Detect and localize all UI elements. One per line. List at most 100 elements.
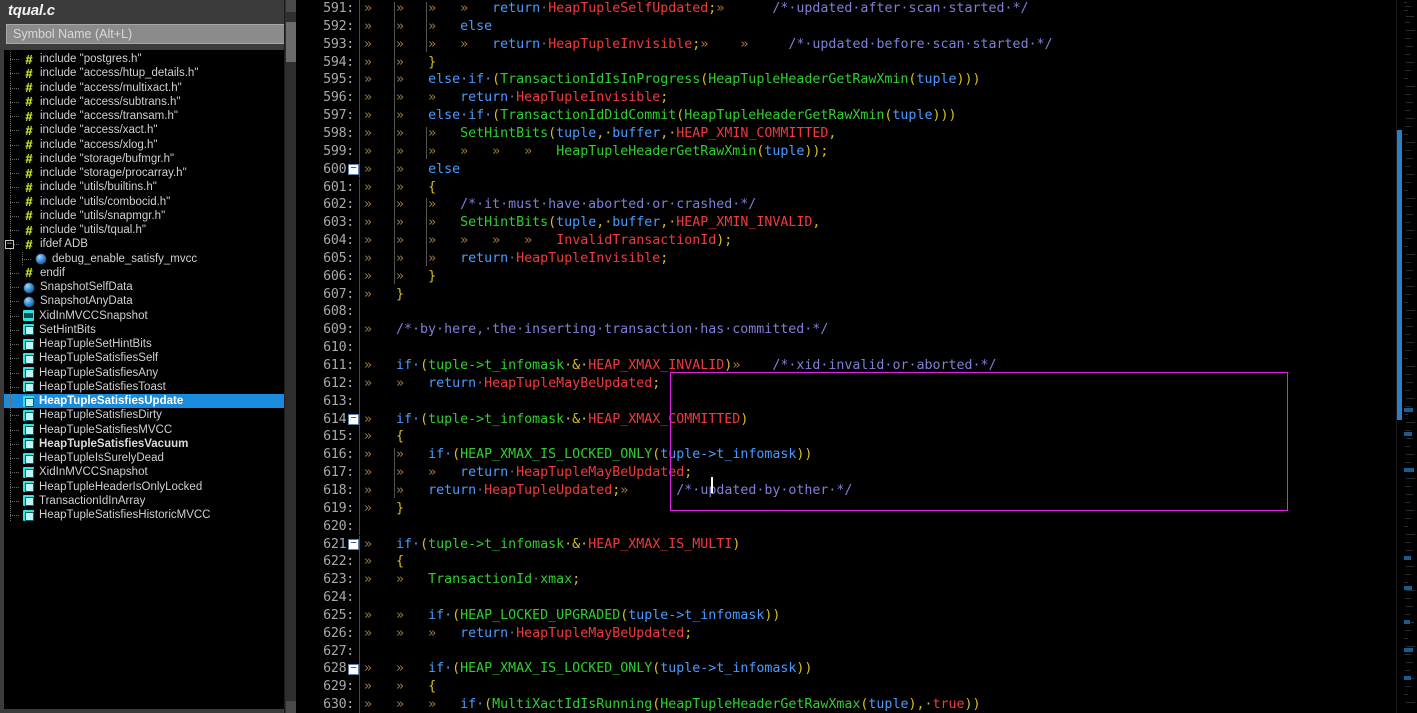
sidebar-editor-divider[interactable]: [296, 0, 305, 713]
symbol-tree-item[interactable]: # include "utils/snapmgr.h": [4, 208, 284, 223]
symbol-tree-item[interactable]: HeapTupleSatisfiesDirty: [4, 408, 284, 423]
symbol-tree-item[interactable]: SnapshotAnyData: [4, 294, 284, 309]
code-line[interactable]: 607:» }: [296, 285, 1417, 304]
code-line[interactable]: 626:» » » return·HeapTupleMayBeUpdated;: [296, 624, 1417, 643]
symbol-tree-item[interactable]: # include "storage/procarray.h": [4, 166, 284, 181]
code-text: » » else·if·(TransactionIdIsInProgress(H…: [364, 71, 981, 89]
symbol-tree-item[interactable]: HeapTupleHeaderIsOnlyLocked: [4, 479, 284, 494]
code-line[interactable]: 608:: [296, 303, 1417, 322]
code-line[interactable]: 617:» » » return·HeapTupleMayBeUpdated;: [296, 464, 1417, 482]
code-line[interactable]: 597:» » else·if·(TransactionIdDidCommit(…: [296, 107, 1417, 125]
gutter-separator: [359, 214, 360, 233]
symbol-tree-item[interactable]: # include "access/htup_details.h": [4, 66, 284, 81]
code-line[interactable]: 616:» » if·(HEAP_XMAX_IS_LOCKED_ONLY(tup…: [296, 446, 1417, 465]
symbol-tree-item[interactable]: # include "access/transam.h": [4, 109, 284, 124]
tab-marker-icon: »: [364, 572, 397, 588]
editor-minimap-scrollbar[interactable]: [1396, 0, 1417, 713]
code-line[interactable]: 612:» » return·HeapTupleMayBeUpdated;: [296, 374, 1417, 393]
symbol-tree-item[interactable]: # include "access/multixact.h": [4, 80, 284, 95]
code-token: (: [548, 215, 557, 231]
symbol-tree-item-label: include "access/xact.h": [40, 124, 158, 137]
symbol-tree-item[interactable]: # include "utils/combocid.h": [4, 194, 284, 209]
symbol-tree-item[interactable]: debug_enable_satisfy_mvcc: [4, 251, 284, 266]
code-line[interactable]: 609:» /*·by·here,·the·inserting·transact…: [296, 321, 1417, 340]
code-line[interactable]: 618:» » return·HeapTupleUpdated;» /*·upd…: [296, 481, 1417, 500]
code-line[interactable]: 621: −» if·(tuple->t_infomask·&·HEAP_XMAX…: [296, 535, 1417, 554]
code-line[interactable]: 628: −» » if·(HEAP_XMAX_IS_LOCKED_ONLY(tu…: [296, 660, 1417, 679]
sidebar-scroll-down-button[interactable]: [286, 701, 296, 713]
symbol-tree-item[interactable]: SetHintBits: [4, 322, 284, 337]
symbol-tree-item[interactable]: HeapTupleSatisfiesVacuum: [4, 436, 284, 451]
symbol-tree-item[interactable]: − # ifdef ADB: [4, 237, 284, 252]
symbol-tree-item[interactable]: XidInMVCCSnapshot: [4, 308, 284, 323]
code-line[interactable]: 619:» }: [296, 499, 1417, 518]
code-line[interactable]: 630:» » » if·(MultiXactIdIsRunning(HeapT…: [296, 696, 1417, 713]
code-line[interactable]: 614: −» if·(tuple->t_infomask·&·HEAP_XMAX…: [296, 410, 1417, 429]
symbol-tree[interactable]: # include "postgres.h" # include "access/ht…: [4, 50, 284, 709]
symbol-tree-item[interactable]: # endif: [4, 265, 284, 280]
symbol-search-input[interactable]: Symbol Name (Alt+L): [6, 24, 290, 44]
code-line[interactable]: 598:» » » SetHintBits(tuple,·buffer,·HEA…: [296, 124, 1417, 143]
symbol-tree-item[interactable]: # include "storage/bufmgr.h": [4, 151, 284, 166]
code-fold-toggle-icon[interactable]: −: [348, 539, 359, 550]
symbol-tree-item[interactable]: # include "access/xact.h": [4, 123, 284, 138]
code-line[interactable]: 627:: [296, 642, 1417, 661]
symbol-tree-item[interactable]: HeapTupleSatisfiesAny: [4, 365, 284, 380]
code-line[interactable]: 594:» » }: [296, 53, 1417, 72]
code-line[interactable]: 624:: [296, 589, 1417, 607]
symbol-tree-item[interactable]: # include "utils/tqual.h": [4, 223, 284, 238]
minimap-scrollbar-thumb[interactable]: [1397, 130, 1402, 420]
symbol-tree-item[interactable]: # include "utils/builtins.h": [4, 180, 284, 195]
tree-guide-lines: [4, 280, 22, 295]
code-line[interactable]: 605:» » » return·HeapTupleInvisible;: [296, 249, 1417, 268]
code-line[interactable]: 596:» » » return·HeapTupleInvisible;: [296, 89, 1417, 108]
code-fold-toggle-icon[interactable]: −: [348, 164, 359, 176]
code-line[interactable]: 600: −» » else: [296, 160, 1417, 179]
code-token: /*·by·here,·the·inserting·transaction·ha…: [396, 322, 829, 338]
code-line[interactable]: 599:» » » » » » HeapTupleHeaderGetRawXmi…: [296, 142, 1417, 161]
code-line[interactable]: 620:: [296, 517, 1417, 536]
symbol-tree-item[interactable]: HeapTupleSatisfiesToast: [4, 379, 284, 394]
code-line[interactable]: 611:» if·(tuple->t_infomask·&·HEAP_XMAX_…: [296, 357, 1417, 375]
code-line[interactable]: 601:» » {: [296, 178, 1417, 197]
code-line[interactable]: 623:» » TransactionId·xmax;: [296, 571, 1417, 590]
symbol-tree-item[interactable]: HeapTupleSatisfiesHistoricMVCC: [4, 508, 284, 523]
code-line[interactable]: 591:» » » » return·HeapTupleSelfUpdated;…: [296, 0, 1417, 18]
source-code-editor[interactable]: 591:» » » » return·HeapTupleSelfUpdated;…: [296, 0, 1417, 713]
symbol-tree-item[interactable]: # include "access/xlog.h": [4, 137, 284, 152]
code-line[interactable]: 602:» » » /*·it·must·have·aborted·or·cra…: [296, 196, 1417, 215]
code-line[interactable]: 629:» » {: [296, 678, 1417, 697]
minimap-code-line: [1404, 246, 1408, 247]
code-line[interactable]: 622:» {: [296, 553, 1417, 572]
code-fold-toggle-icon[interactable]: −: [348, 414, 359, 426]
code-line[interactable]: 606:» » }: [296, 267, 1417, 286]
symbol-tree-item[interactable]: XidInMVCCSnapshot: [4, 465, 284, 480]
symbol-tree-item[interactable]: # include "postgres.h": [4, 52, 284, 67]
code-fold-toggle-icon[interactable]: −: [348, 663, 359, 675]
tree-collapse-icon[interactable]: −: [5, 240, 14, 250]
symbol-tree-item[interactable]: HeapTupleSatisfiesMVCC: [4, 422, 284, 437]
symbol-tree-item[interactable]: # include "access/subtrans.h": [4, 94, 284, 109]
code-line[interactable]: 604:» » » » » » InvalidTransactionId);: [296, 232, 1417, 250]
code-token: }: [396, 500, 405, 516]
symbol-tree-item[interactable]: HeapTupleSatisfiesUpdate: [4, 394, 284, 409]
code-line[interactable]: 613:: [296, 392, 1417, 411]
symbol-tree-item[interactable]: TransactionIdInArray: [4, 493, 284, 508]
code-line[interactable]: 625:» » if·(HEAP_LOCKED_UPGRADED(tuple->…: [296, 606, 1417, 625]
symbol-tree-item[interactable]: SnapshotSelfData: [4, 280, 284, 295]
symbol-tree-item[interactable]: HeapTupleSetHintBits: [4, 337, 284, 352]
code-line[interactable]: 615:» {: [296, 428, 1417, 447]
sidebar-scrollbar-thumb[interactable]: [286, 22, 296, 62]
sidebar-scroll-up-button[interactable]: [286, 0, 296, 12]
code-line[interactable]: 593:» » » » return·HeapTupleInvisible;» …: [296, 35, 1417, 54]
code-line[interactable]: 603:» » » SetHintBits(tuple,·buffer,·HEA…: [296, 214, 1417, 233]
code-line[interactable]: 592:» » » else: [296, 17, 1417, 36]
code-token: ·&·: [564, 411, 589, 427]
code-token: HeapTupleMayBeUpdated: [484, 375, 653, 391]
symbol-tree-item[interactable]: HeapTupleSatisfiesSelf: [4, 351, 284, 366]
sidebar-scrollbar[interactable]: [284, 0, 296, 713]
code-lines-container[interactable]: 591:» » » » return·HeapTupleSelfUpdated;…: [296, 0, 1417, 713]
code-line[interactable]: 595:» » else·if·(TransactionIdIsInProgre…: [296, 71, 1417, 90]
code-line[interactable]: 610:: [296, 339, 1417, 357]
symbol-tree-item[interactable]: HeapTupleIsSurelyDead: [4, 451, 284, 466]
